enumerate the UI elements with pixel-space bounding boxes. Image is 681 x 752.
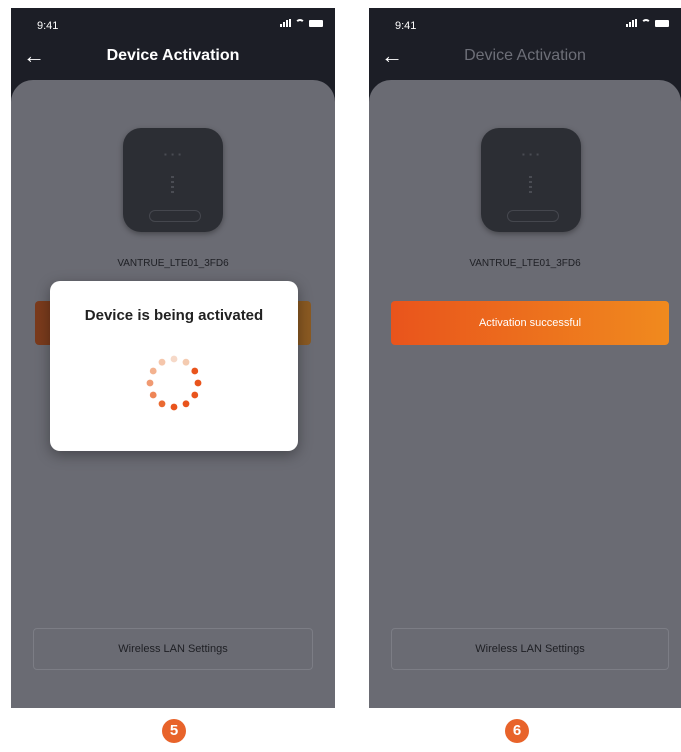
wifi-icon (295, 19, 305, 27)
activation-dialog: Device is being activated (50, 281, 298, 451)
device-image: ▪ ▪ ▪ (123, 128, 223, 232)
signal-icon (626, 19, 637, 27)
status-time: 9:41 (37, 20, 59, 32)
phone-screen-6: 9:41 ← Device Activation ▪ ▪ ▪ VANTRUE_L… (369, 8, 681, 708)
wireless-lan-settings-button[interactable]: Wireless LAN Settings (391, 628, 669, 670)
battery-icon (309, 19, 323, 27)
loading-spinner-icon (146, 355, 202, 411)
signal-icon (280, 19, 291, 27)
step-badge-5: 5 (162, 719, 186, 743)
nav-bar: ← Device Activation (11, 42, 335, 82)
device-image: ▪ ▪ ▪ (481, 128, 581, 232)
wireless-lan-settings-button[interactable]: Wireless LAN Settings (33, 628, 313, 670)
page-title: Device Activation (106, 47, 240, 64)
activation-successful-button[interactable]: Activation successful (391, 301, 669, 345)
step-badge-6: 6 (505, 719, 529, 743)
nav-bar: ← Device Activation (369, 42, 681, 82)
device-name: VANTRUE_LTE01_3FD6 (469, 258, 581, 269)
content-card: ▪ ▪ ▪ VANTRUE_LTE01_3FD6 Activation succ… (369, 80, 681, 708)
status-bar: 9:41 (11, 8, 335, 42)
wifi-icon (641, 19, 651, 27)
battery-icon (655, 19, 669, 27)
status-time: 9:41 (395, 20, 417, 32)
device-name: VANTRUE_LTE01_3FD6 (117, 258, 229, 269)
status-bar: 9:41 (369, 8, 681, 42)
page-title: Device Activation (464, 47, 586, 64)
dialog-title: Device is being activated (84, 307, 264, 324)
phone-screen-5: 9:41 ← Device Activation ▪ ▪ ▪ VANTRUE_L… (11, 8, 335, 708)
